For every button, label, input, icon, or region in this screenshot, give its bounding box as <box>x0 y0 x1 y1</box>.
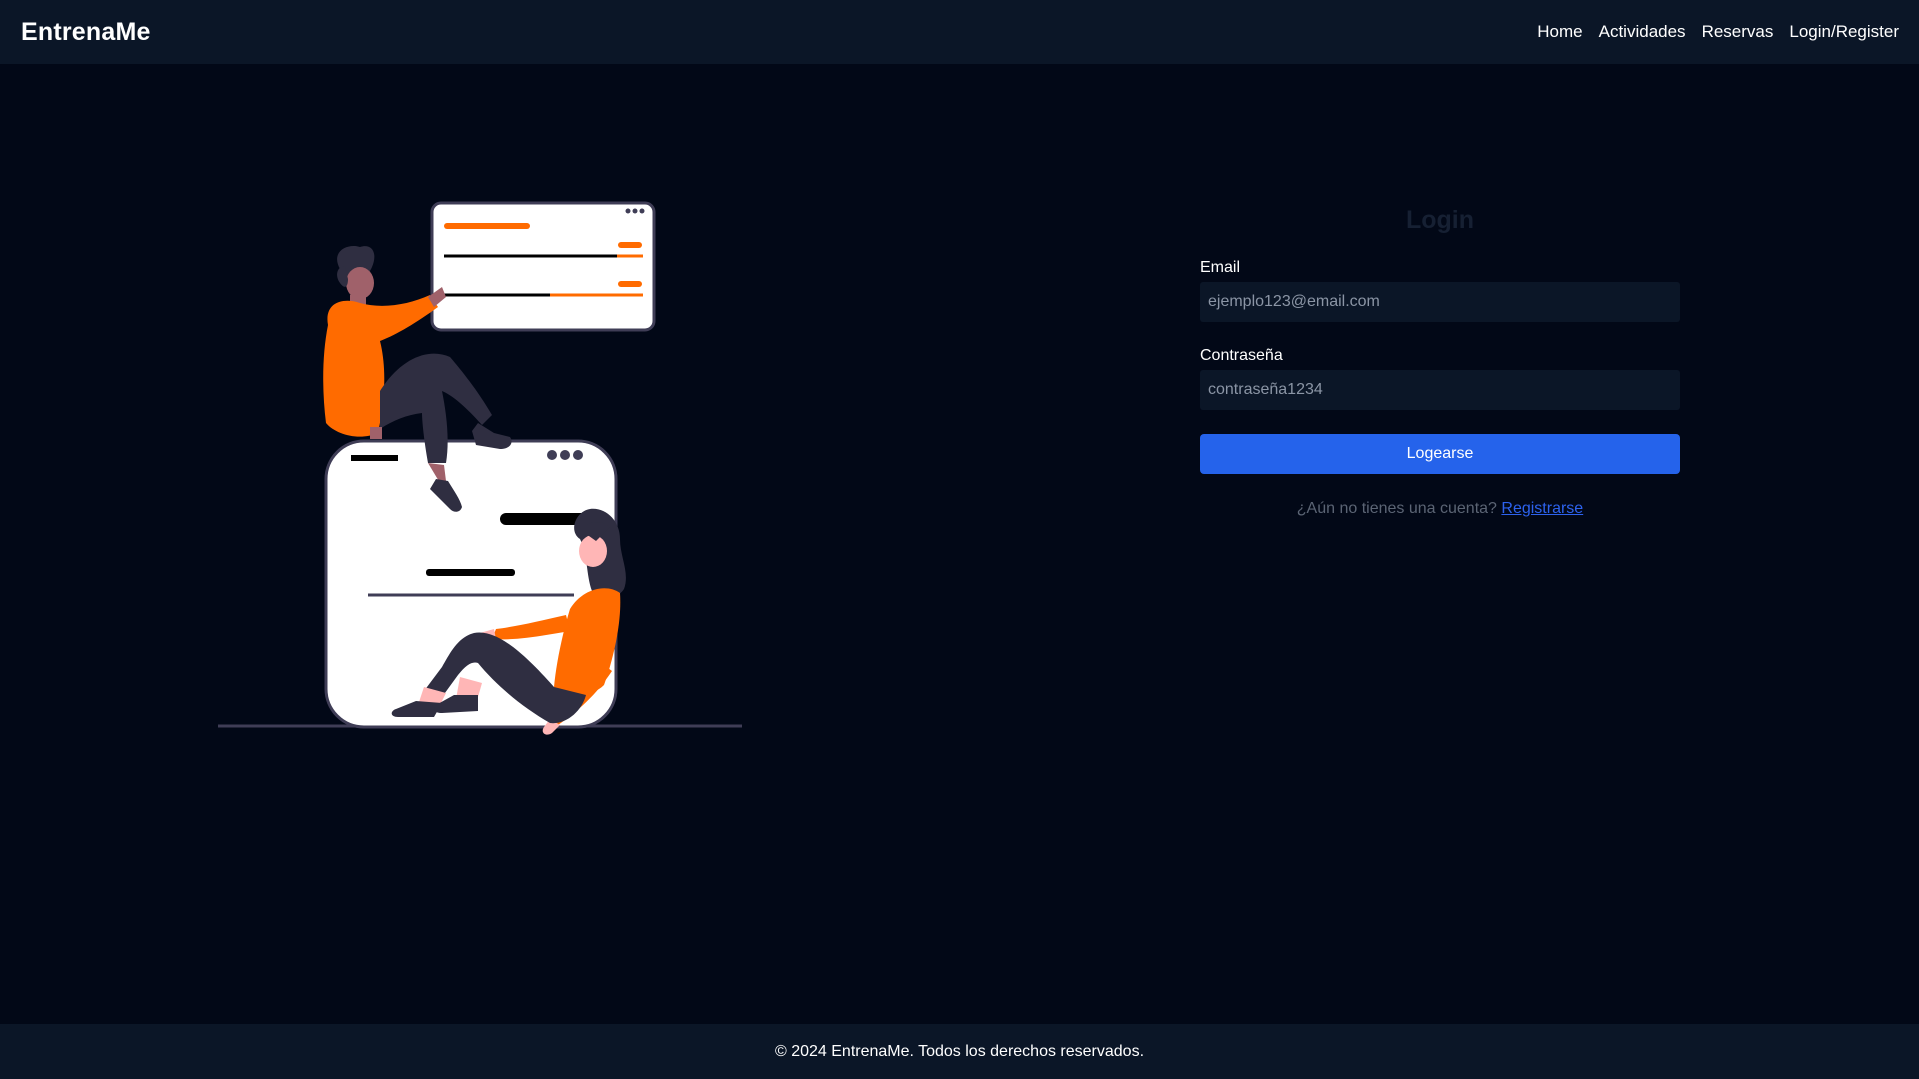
footer-copyright: © 2024 EntrenaMe. Todos los derechos res… <box>774 1042 1145 1060</box>
nav-link-login-register[interactable]: Login/Register <box>1789 22 1899 42</box>
register-link[interactable]: Registrarse <box>1501 500 1583 517</box>
footer: © 2024 EntrenaMe. Todos los derechos res… <box>0 1024 1919 1079</box>
login-illustration <box>210 195 755 740</box>
password-field-group: Contraseña <box>1200 346 1680 410</box>
password-label: Contraseña <box>1200 347 1283 364</box>
email-label: Email <box>1200 259 1241 276</box>
password-input[interactable] <box>1200 370 1680 410</box>
nav-links: Home Actividades Reservas Login/Register <box>1537 22 1899 42</box>
nav-link-actividades[interactable]: Actividades <box>1599 22 1686 42</box>
login-illustration-svg <box>218 201 742 735</box>
register-prompt-text: ¿Aún no tienes una cuenta? <box>1296 500 1497 517</box>
brand-logo[interactable]: EntrenaMe <box>21 18 151 47</box>
register-prompt-line: ¿Aún no tienes una cuenta? Registrarse <box>1200 500 1680 518</box>
login-form: Login Email Contraseña Logearse ¿Aún no … <box>1200 200 1680 518</box>
navbar: EntrenaMe Home Actividades Reservas Logi… <box>0 0 1919 64</box>
nav-link-reservas[interactable]: Reservas <box>1702 22 1774 42</box>
email-field-group: Email <box>1200 258 1680 322</box>
nav-link-home[interactable]: Home <box>1537 22 1582 42</box>
login-title: Login <box>1405 206 1475 234</box>
email-input[interactable] <box>1200 282 1680 322</box>
login-submit-button[interactable]: Logearse <box>1200 434 1680 474</box>
